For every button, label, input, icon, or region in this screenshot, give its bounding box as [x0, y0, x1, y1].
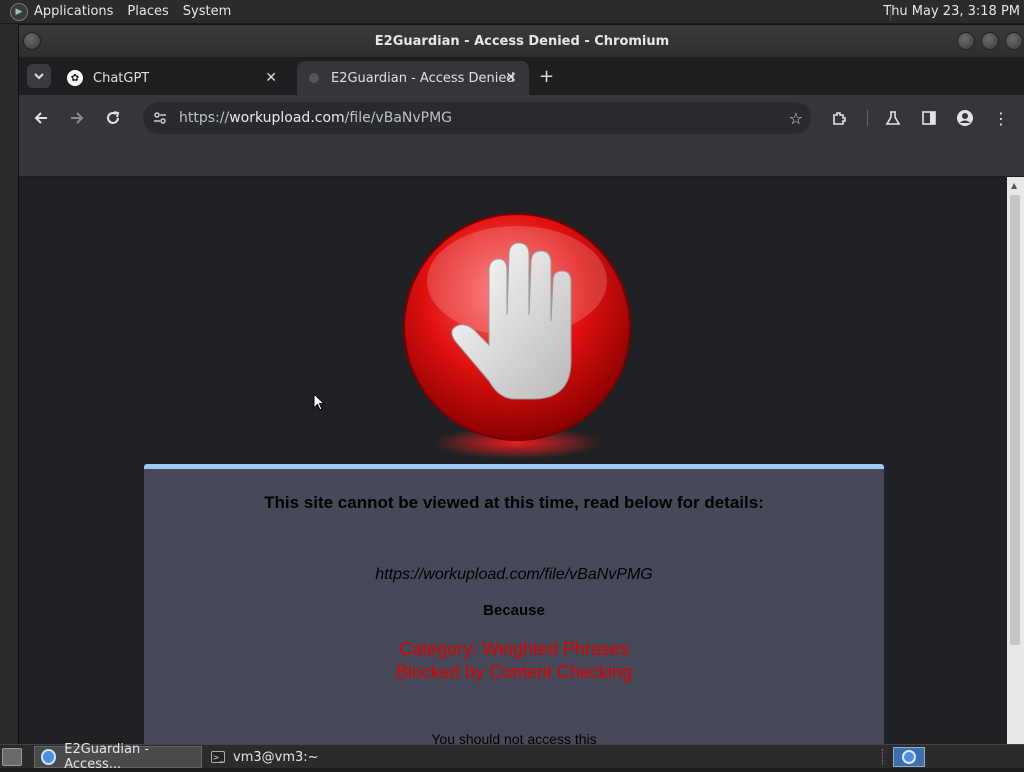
menu-places[interactable]: Places — [127, 4, 168, 19]
stop-hand-icon — [403, 213, 631, 459]
chatgpt-icon: ✿ — [67, 70, 83, 86]
forward-icon[interactable] — [65, 106, 89, 130]
workspace-switcher[interactable] — [893, 747, 925, 767]
browser-toolbar: https://workupload.com/file/vBaNvPMG ☆ ⋮ — [19, 95, 1024, 141]
block-category: Category: Weighted Phrases — [399, 639, 629, 659]
tab-strip: ✿ ChatGPT ✕ E2Guardian - Access Denied ✕… — [19, 57, 1024, 95]
top-panel: ▶ Applications Places System Thu May 23,… — [0, 0, 1024, 24]
bottom-taskbar: E2Guardian - Access... >_ vm3@vm3:~ — [0, 742, 1024, 772]
menu-system[interactable]: System — [183, 4, 231, 19]
browser-window: E2Guardian - Access Denied - Chromium ✿ … — [18, 24, 1024, 745]
minimize-button[interactable] — [957, 32, 975, 50]
window-title: E2Guardian - Access Denied - Chromium — [374, 33, 670, 49]
address-bar[interactable]: https://workupload.com/file/vBaNvPMG ☆ — [143, 102, 811, 134]
maximize-button[interactable] — [981, 32, 999, 50]
chromium-icon — [41, 749, 57, 765]
scrollbar-thumb[interactable] — [1010, 195, 1020, 645]
bookmarks-bar — [19, 141, 1024, 177]
taskbar-item-browser[interactable]: E2Guardian - Access... — [34, 742, 202, 772]
desktop-left-edge — [0, 24, 18, 744]
window-menu-button[interactable] — [23, 32, 41, 50]
taskbar-item-label: vm3@vm3:~ — [233, 749, 319, 765]
close-window-button[interactable] — [1005, 32, 1023, 50]
show-desktop-icon[interactable] — [2, 748, 22, 766]
reload-icon[interactable] — [101, 106, 125, 130]
distro-logo-icon[interactable]: ▶ — [10, 2, 28, 21]
block-details-panel: This site cannot be viewed at this time,… — [144, 464, 884, 745]
site-info-icon[interactable] — [151, 109, 169, 127]
tray-separator — [882, 749, 883, 765]
menu-applications[interactable]: Applications — [34, 4, 113, 19]
labs-flask-icon[interactable] — [881, 106, 905, 130]
profile-avatar-icon[interactable] — [953, 106, 977, 130]
url-path: /file/vBaNvPMG — [344, 110, 453, 126]
block-reason: Blocked by Content Checking — [395, 662, 633, 682]
page-scrollbar[interactable]: ▲ — [1007, 177, 1024, 745]
panel-clock[interactable]: Thu May 23, 3:18 PM — [883, 4, 1020, 19]
because-label: Because — [483, 602, 545, 619]
window-titlebar[interactable]: E2Guardian - Access Denied - Chromium — [19, 25, 1024, 57]
new-tab-icon[interactable]: + — [539, 66, 554, 87]
chevron-down-icon — [34, 73, 44, 80]
bookmark-star-icon[interactable]: ☆ — [789, 109, 803, 128]
back-icon[interactable] — [29, 106, 53, 130]
tab-label: E2Guardian - Access Denied — [331, 70, 515, 86]
mouse-pointer-icon — [313, 393, 325, 411]
more-menu-icon[interactable]: ⋮ — [989, 106, 1013, 130]
close-tab-icon[interactable]: ✕ — [265, 70, 277, 86]
url-scheme: https:// — [179, 110, 230, 126]
side-panel-icon[interactable] — [917, 106, 941, 130]
page-content: This site cannot be viewed at this time,… — [19, 177, 1007, 745]
terminal-icon: >_ — [211, 751, 225, 763]
chromium-icon — [902, 750, 916, 764]
partially-visible-text: You should not access this — [431, 731, 597, 745]
tab-e2guardian[interactable]: E2Guardian - Access Denied ✕ — [297, 61, 529, 95]
tab-label: ChatGPT — [93, 70, 150, 86]
scroll-up-icon[interactable]: ▲ — [1011, 181, 1017, 190]
taskbar-item-terminal[interactable]: >_ vm3@vm3:~ — [205, 746, 373, 768]
url-host: workupload.com — [229, 110, 345, 126]
blocked-url: https://workupload.com/file/vBaNvPMG — [375, 566, 653, 583]
tab-chatgpt[interactable]: ✿ ChatGPT ✕ — [57, 61, 289, 95]
block-heading: This site cannot be viewed at this time,… — [264, 493, 764, 512]
close-tab-icon[interactable]: ✕ — [505, 70, 517, 86]
extensions-icon[interactable] — [827, 106, 851, 130]
toolbar-divider — [867, 110, 868, 126]
globe-icon — [309, 73, 319, 83]
tab-search-button[interactable] — [27, 64, 51, 88]
